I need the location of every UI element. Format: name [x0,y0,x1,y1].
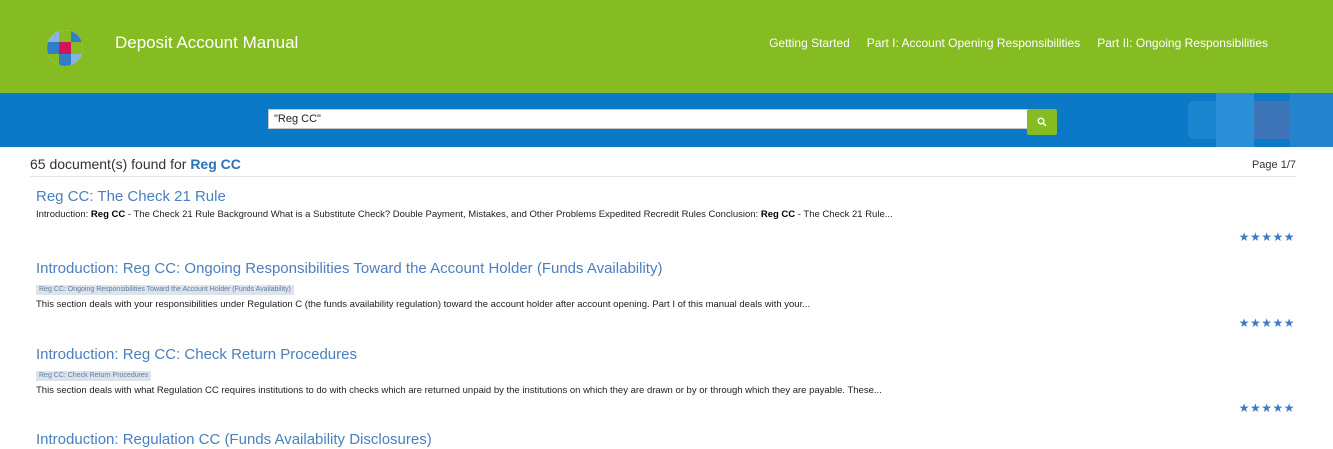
result-title-link[interactable]: Introduction: Reg CC: Ongoing Responsibi… [36,260,1296,278]
star-rating[interactable]: ★★★★★ [1239,231,1295,244]
search-result: Introduction: Regulation CC (Funds Avail… [36,431,1296,449]
results-search-term: Reg CC [190,156,241,172]
search-bar [0,93,1333,147]
star-rating[interactable]: ★★★★★ [1239,402,1295,415]
snippet-highlight: Reg CC [90,209,126,220]
wolters-kluwer-logo-icon[interactable] [47,30,83,66]
nav-part-1-account-opening[interactable]: Part I: Account Opening Responsibilities [867,36,1080,50]
nav-getting-started[interactable]: Getting Started [769,36,850,50]
decorative-pattern [1188,93,1333,147]
snippet-text: - The Check 21 Rule Background What is a… [125,209,761,220]
snippet-text: - The Check 21 Rule... [795,209,893,220]
divider [30,176,1296,177]
result-title-link[interactable]: Introduction: Reg CC: Check Return Proce… [36,346,1296,364]
app-title[interactable]: Deposit Account Manual [115,33,298,53]
result-snippet: This section deals with your responsibil… [36,299,1296,311]
result-snippet: Introduction: Reg CC - The Check 21 Rule… [36,209,1296,221]
search-result: Introduction: Reg CC: Ongoing Responsibi… [36,260,1296,311]
search-input[interactable] [268,109,1028,129]
snippet-text: This section deals with your responsibil… [36,299,811,310]
snippet-text: Introduction: [36,209,91,220]
page-indicator: Page 1/7 [1251,159,1296,171]
results-summary: 65 document(s) found for Reg CC [30,156,241,173]
nav-part-2-ongoing[interactable]: Part II: Ongoing Responsibilities [1097,36,1268,50]
result-title-link[interactable]: Reg CC: The Check 21 Rule [36,188,1296,206]
top-navigation: Getting Started Part I: Account Opening … [769,36,1268,50]
search-icon [1037,117,1047,127]
result-snippet: This section deals with what Regulation … [36,385,1296,397]
result-section-tag[interactable]: Reg CC: Ongoing Responsibilities Toward … [36,285,294,295]
snippet-text: This section deals with what Regulation … [36,385,882,396]
result-section-tag[interactable]: Reg CC: Check Return Procedures [36,371,152,381]
star-rating[interactable]: ★★★★★ [1239,317,1295,330]
search-result: Introduction: Reg CC: Check Return Proce… [36,346,1296,397]
result-title-link[interactable]: Introduction: Regulation CC (Funds Avail… [36,431,1296,449]
search-result: Reg CC: The Check 21 Rule Introduction: … [36,188,1296,221]
app-header: Deposit Account Manual Getting Started P… [0,0,1333,93]
results-count-text: 65 document(s) found for [30,156,187,172]
search-button[interactable] [1027,109,1057,135]
snippet-highlight: Reg CC [760,209,796,220]
